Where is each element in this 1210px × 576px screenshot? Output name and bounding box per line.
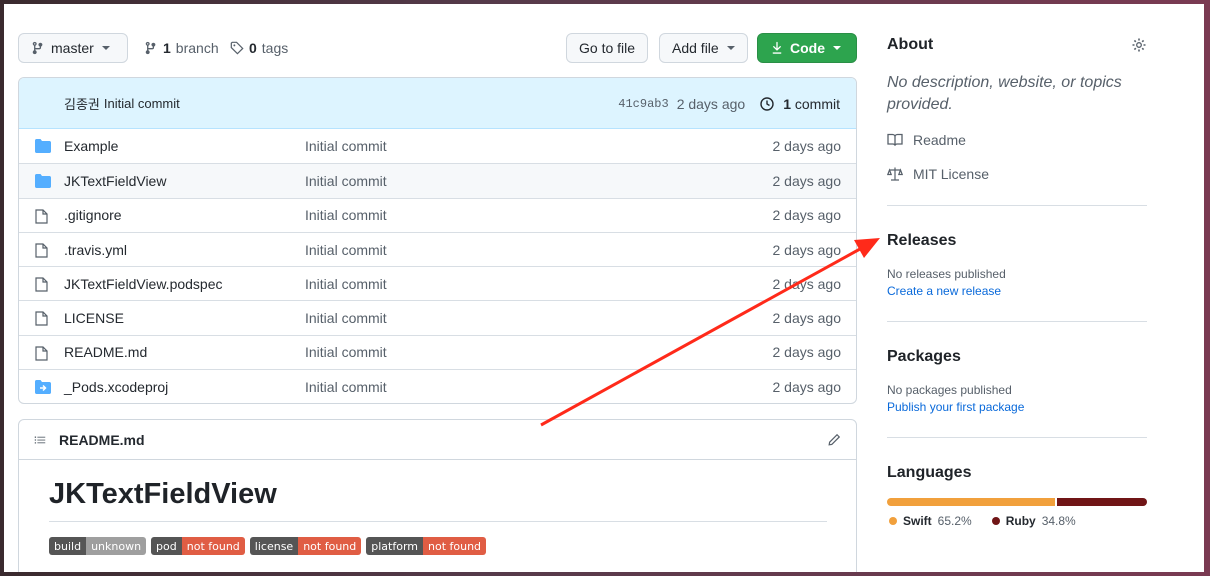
annotation-arrow bbox=[540, 238, 880, 427]
repository-page: master 1 branch 0 tags Go to file Add fi… bbox=[4, 4, 1204, 572]
